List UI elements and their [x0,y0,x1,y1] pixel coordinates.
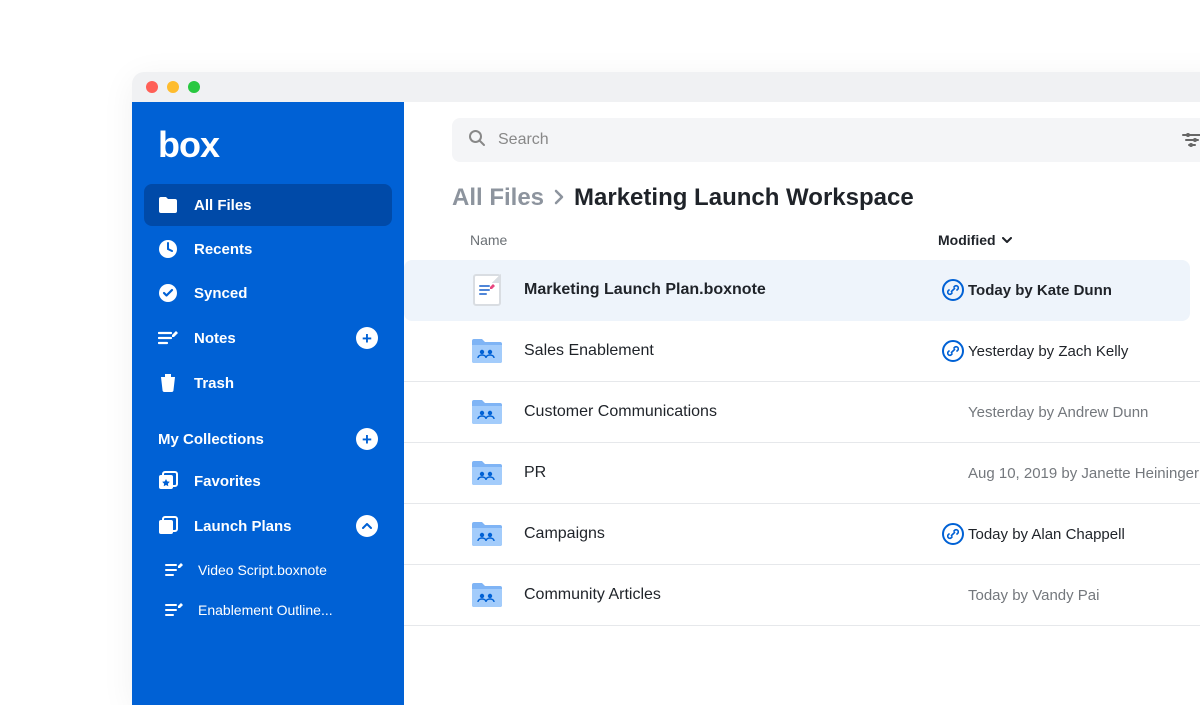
folder-icon [470,457,504,489]
sidebar-subitem-label: Enablement Outline... [198,602,333,618]
search-input[interactable] [498,131,1170,149]
boxnote-file-icon [470,274,504,306]
sidebar-item-recents[interactable]: Recents [144,228,392,270]
shared-link-icon [942,523,964,545]
column-header-name[interactable]: Name [452,232,938,248]
sidebar-item-synced[interactable]: Synced [144,272,392,314]
sidebar-item-label: Trash [194,375,234,392]
folder-icon [470,518,504,550]
sidebar-item-label: Recents [194,241,252,258]
sidebar-item-trash[interactable]: Trash [144,362,392,404]
trash-icon [158,373,178,393]
check-circle-icon [158,283,178,303]
sidebar-item-favorites[interactable]: Favorites [144,460,392,502]
file-row[interactable]: Community Articles Today by Vandy Pai [404,565,1200,626]
file-modified: Yesterday by Andrew Dunn [968,404,1148,421]
window-close-button[interactable] [146,81,158,93]
sidebar-item-label: Synced [194,285,247,302]
file-row[interactable]: Sales Enablement Yesterday by Zach Kelly [404,321,1200,382]
brand-logo: box [144,120,392,184]
sidebar-item-notes[interactable]: Notes + [144,316,392,360]
collections-header-label: My Collections [158,431,264,448]
breadcrumb-current: Marketing Launch Workspace [574,184,914,212]
window-zoom-button[interactable] [188,81,200,93]
chevron-right-icon [554,184,564,212]
file-modified: Today by Alan Chappell [968,526,1125,543]
file-row[interactable]: Customer Communications Yesterday by Andr… [404,382,1200,443]
favorites-icon [158,471,178,491]
shared-link-icon [942,279,964,301]
app-body: box All Files Recents Synced [132,102,1200,705]
file-row[interactable]: Marketing Launch Plan.boxnote Today by Ka… [404,260,1190,321]
notes-icon [158,328,178,348]
chevron-down-icon [1002,237,1012,244]
collections-header: My Collections + [144,406,392,460]
collapse-icon[interactable] [356,515,378,537]
file-modified: Aug 10, 2019 by Janette Heininger [968,465,1199,482]
titlebar [132,72,1200,102]
note-file-icon [164,560,184,580]
folder-icon [470,335,504,367]
shared-link-icon [942,340,964,362]
file-modified: Today by Kate Dunn [968,282,1112,299]
file-row[interactable]: Campaigns Today by Alan Chappell [404,504,1200,565]
column-headers: Name Modified [404,232,1200,260]
file-row[interactable]: PR Aug 10, 2019 by Janette Heininger [404,443,1200,504]
file-modified: Today by Vandy Pai [968,587,1099,604]
sidebar-item-label: Launch Plans [194,518,292,535]
file-name: PR [504,464,938,482]
sidebar-item-launch-plans[interactable]: Launch Plans [144,504,392,548]
search-icon [468,129,486,152]
app-window: box All Files Recents Synced [132,72,1200,705]
sidebar-item-all-files[interactable]: All Files [144,184,392,226]
note-file-icon [164,600,184,620]
folder-icon [470,579,504,611]
stack-icon [158,516,178,536]
add-collection-button[interactable]: + [356,428,378,450]
sidebar-item-label: All Files [194,197,252,214]
sidebar-subitem-label: Video Script.boxnote [198,562,327,578]
folder-icon [158,195,178,215]
window-minimize-button[interactable] [167,81,179,93]
file-name: Community Articles [504,586,938,604]
file-name: Campaigns [504,525,938,543]
folder-icon [470,396,504,428]
file-modified: Yesterday by Zach Kelly [968,343,1128,360]
file-name: Customer Communications [504,403,938,421]
file-list: Marketing Launch Plan.boxnote Today by Ka… [404,260,1200,626]
file-name: Sales Enablement [504,342,938,360]
add-note-button[interactable]: + [356,327,378,349]
sidebar-subitem-video-script[interactable]: Video Script.boxnote [144,550,392,590]
sidebar: box All Files Recents Synced [132,102,404,705]
breadcrumb: All Files Marketing Launch Workspace [452,184,1200,212]
search-bar[interactable] [452,118,1200,162]
sidebar-item-label: Favorites [194,473,261,490]
column-header-modified-label: Modified [938,232,996,248]
sidebar-subitem-enablement-outline[interactable]: Enablement Outline... [144,590,392,630]
sidebar-item-label: Notes [194,330,236,347]
search-filter-button[interactable] [1182,133,1200,147]
column-header-modified[interactable]: Modified [938,232,1012,248]
main-panel: All Files Marketing Launch Workspace Nam… [404,102,1200,705]
clock-icon [158,239,178,259]
file-name: Marketing Launch Plan.boxnote [504,281,938,299]
breadcrumb-root[interactable]: All Files [452,184,544,212]
